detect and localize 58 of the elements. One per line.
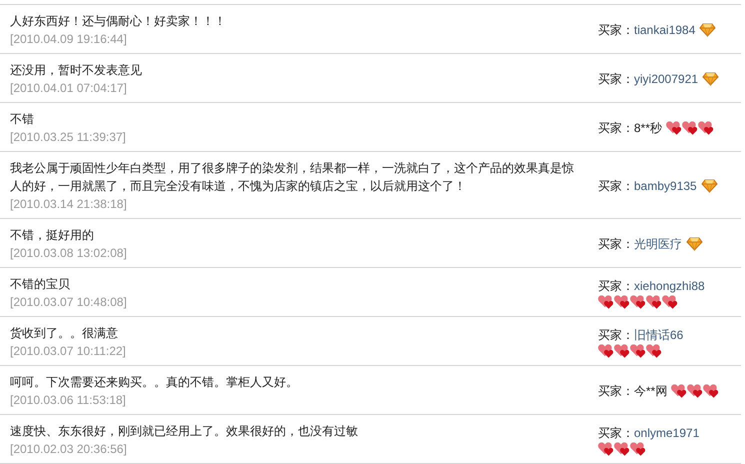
- heart-icon: [598, 294, 614, 308]
- heart-icon: [614, 294, 630, 308]
- review-date: [2010.04.09 19:16:44]: [10, 31, 128, 48]
- review-comment: 还没用，暂时不发表意见: [10, 62, 143, 79]
- review-date: [2010.03.08 13:02:08]: [10, 245, 128, 262]
- heart-icon: [671, 384, 688, 398]
- review-comment: 人好东西好！还与偶耐心！好卖家！！！: [10, 13, 227, 30]
- heart-icon: [687, 384, 704, 398]
- buyer-link[interactable]: onlyme1971: [634, 424, 700, 442]
- review-date: [2010.04.01 07:04:17]: [10, 80, 128, 97]
- buyer-link[interactable]: bamby9135: [634, 178, 697, 194]
- heart-icon: [646, 344, 662, 358]
- diamond-icon: [702, 72, 720, 86]
- review-comment: 不错的宝贝: [10, 276, 71, 293]
- buyer-label: 买家：: [598, 326, 634, 344]
- review-date: [2010.02.03 20:36:56]: [10, 441, 128, 458]
- buyer-label: 买家：: [598, 178, 634, 194]
- heart-icon: [598, 442, 614, 456]
- buyer-label: 买家：: [598, 236, 634, 252]
- heart-icon: [630, 294, 646, 308]
- buyer-link[interactable]: 旧情话66: [634, 326, 684, 344]
- review-date: [2010.03.07 10:11:22]: [10, 343, 127, 360]
- buyer-label: 买家：: [598, 424, 634, 442]
- masked-buyer-name: 8**秒: [634, 120, 662, 136]
- heart-icon: [614, 344, 630, 358]
- heart-icon: [630, 442, 646, 456]
- review-date: [2010.03.07 10:48:08]: [10, 294, 128, 311]
- buyer-link[interactable]: tiankai1984: [634, 22, 696, 38]
- buyer-label: 买家：: [598, 382, 634, 400]
- heart-icon: [703, 384, 720, 398]
- heart-icon: [662, 294, 678, 308]
- heart-icon: [646, 294, 662, 308]
- buyer-label: 买家：: [598, 22, 634, 38]
- review-comment: 货收到了。。很满意: [10, 325, 119, 342]
- review-date: [2010.03.14 21:38:18]: [10, 196, 128, 213]
- heart-icon: [598, 344, 614, 358]
- diamond-icon: [700, 179, 718, 193]
- buyer-label: 买家：: [598, 70, 634, 88]
- review-comment: 速度快、东东很好，刚到就已经用上了。效果很好的，也没有过敏: [10, 423, 359, 440]
- heart-icon: [682, 121, 698, 135]
- review-comment: 呵呵。下次需要还来购买。。真的不错。掌柜人又好。: [10, 374, 299, 391]
- review-date: [2010.03.25 11:39:37]: [10, 129, 127, 146]
- diamond-icon: [699, 23, 716, 37]
- heart-icon: [614, 442, 630, 456]
- review-comment: 不错: [10, 111, 35, 128]
- review-date: [2010.03.06 11:53:18]: [10, 392, 127, 409]
- buyer-link[interactable]: xiehongzhi88: [634, 278, 705, 294]
- heart-icon: [630, 344, 646, 358]
- buyer-link[interactable]: yiyi2007921: [634, 70, 698, 88]
- review-comment: 不错，挺好用的: [10, 227, 95, 244]
- buyer-label: 买家：: [598, 278, 634, 294]
- buyer-label: 买家：: [598, 120, 634, 136]
- masked-buyer-name: 今**网: [634, 382, 668, 400]
- heart-icon: [666, 121, 682, 135]
- diamond-icon: [686, 237, 703, 251]
- buyer-link[interactable]: 光明医疗: [634, 236, 682, 252]
- review-comment: 我老公属于顽固性少年白类型，用了很多牌子的染发剂，结果都一样，一洗就白了，这个产品的效果真是惊人的好，一用就黑了，而且完全没有味道，不愧为店家的镇店之宝，以后就用这个了！: [10, 160, 575, 195]
- heart-icon: [698, 121, 714, 135]
